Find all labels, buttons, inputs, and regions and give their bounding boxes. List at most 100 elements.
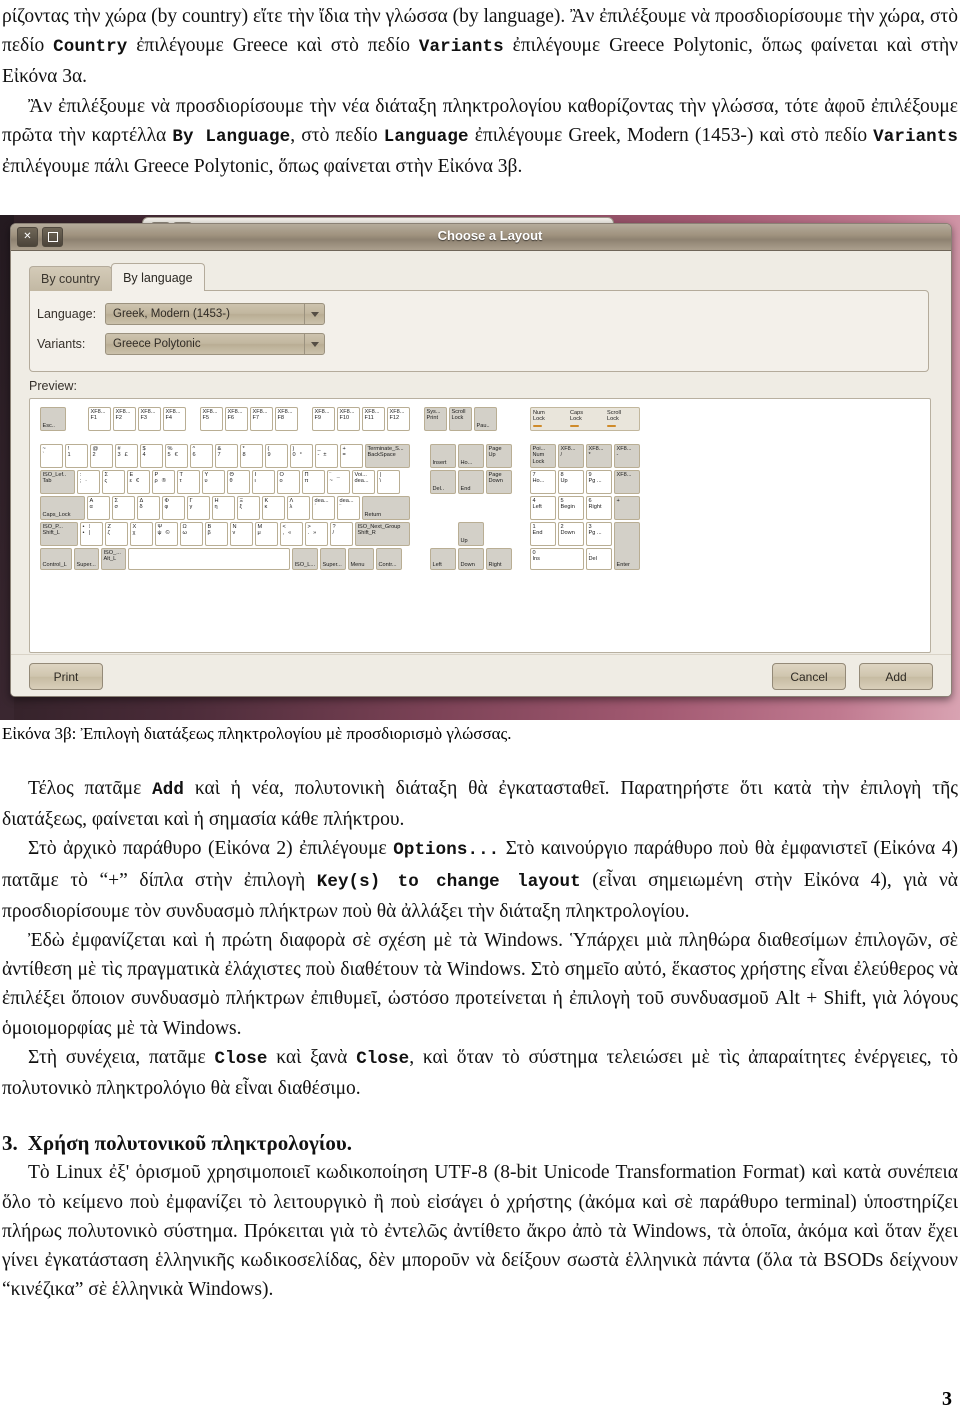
variants-select[interactable]: Greece Polytonic [105,333,325,355]
keyboard-key[interactable]: Οο [277,470,300,494]
keyboard-key[interactable]: ISO_P... Shift_L [40,522,78,546]
add-button[interactable]: Add [859,663,933,690]
tab-by-country[interactable]: By country [29,266,113,291]
keyboard-key[interactable]: 2 Down [558,522,584,546]
keyboard-key[interactable]: XF8... F7 [250,407,273,431]
keyboard-key[interactable]: dea... ´ [312,496,335,520]
keyboard-key[interactable]: Εε € [127,470,150,494]
keyboard-key[interactable]: ISO_Lef.. Tab [40,470,75,494]
keyboard-key[interactable]: Σς [102,470,125,494]
keyboard-key[interactable]: @2 [90,444,113,468]
keyboard-key[interactable]: | \ [377,470,400,494]
keyboard-key[interactable]: Return [362,496,410,520]
keyboard-key[interactable]: XF8... F9 [312,407,335,431]
keyboard-key[interactable]: & 7 [215,444,238,468]
keyboard-key[interactable]: $4 [140,444,163,468]
print-button[interactable]: Print [29,663,103,690]
keyboard-key[interactable]: dea... ¨ [337,496,360,520]
keyboard-key[interactable]: Υυ [202,470,225,494]
keyboard-key[interactable]: Control_L [40,548,72,570]
keyboard-key[interactable]: Σσ [112,496,135,520]
keyboard-key[interactable]: 3 Pg ... [586,522,612,546]
keyboard-key[interactable]: XF8... - [614,444,640,468]
keyboard-key[interactable]: 4 Left [530,496,556,520]
chevron-down-icon[interactable] [304,304,324,324]
keyboard-key[interactable]: Left [430,548,456,570]
keyboard-key[interactable]: * 8 [240,444,263,468]
keyboard-key[interactable]: • ⁞ • | [80,522,103,546]
keyboard-key[interactable]: XF8... / [558,444,584,468]
keyboard-key[interactable]: (9 [265,444,288,468]
keyboard-key[interactable]: + = [340,444,363,468]
keyboard-key[interactable]: 6 Right [586,496,612,520]
keyboard-key[interactable]: Ππ [302,470,325,494]
keyboard-key[interactable]: Caps_Lock [40,496,85,520]
keyboard-key[interactable]: Κκ [262,496,285,520]
keyboard-key[interactable]: Ββ [205,522,228,546]
keyboard-key[interactable]: XF8... F4 [163,407,186,431]
keyboard-key[interactable]: ISO_... Alt_L [101,548,126,570]
keyboard-key[interactable]: <, « [280,522,303,546]
keyboard-key[interactable]: Ηη [212,496,235,520]
keyboard-key[interactable]: ? / [330,522,353,546]
keyboard-key[interactable]: Νν [230,522,253,546]
keyboard-key[interactable]: XF8... * [586,444,612,468]
keyboard-key[interactable]: Super... [320,548,346,570]
cancel-button[interactable]: Cancel [772,663,846,690]
keyboard-key[interactable]: XF8... F3 [138,407,161,431]
keyboard-key[interactable]: Super... [74,548,99,570]
keyboard-key[interactable]: Ρρ ® [152,470,175,494]
keyboard-key[interactable]: XF8... F2 [113,407,136,431]
keyboard-key[interactable]: Del.. [430,470,456,494]
keyboard-key[interactable]: Menu [348,548,374,570]
keyboard-key[interactable]: 0 Ins [530,548,584,570]
language-select[interactable]: Greek, Modern (1453-) [105,303,325,325]
keyboard-key[interactable]: Pau.. [474,407,497,431]
keyboard-key[interactable]: XF8... F1 [88,407,111,431]
keyboard-key[interactable]: Up [458,522,484,546]
keyboard-key[interactable]: #3 £ [115,444,138,468]
keyboard-key[interactable]: Scroll Lock [449,407,472,431]
keyboard-key[interactable]: 5 Begin [558,496,584,520]
keyboard-key[interactable]: Contr... [376,548,402,570]
keyboard-key[interactable]: >.» [305,522,328,546]
keyboard-key[interactable]: Down [458,548,484,570]
keyboard-key[interactable]: + [614,496,640,520]
tab-by-language[interactable]: By language [111,263,205,291]
keyboard-key[interactable]: :; · [77,470,100,494]
keyboard-key[interactable]: 9 Pg ... [586,470,612,494]
keyboard-key[interactable]: Φφ [162,496,185,520]
keyboard-key[interactable]: XF8... F12 [387,407,410,431]
keyboard-key[interactable]: % 5 € [165,444,188,468]
keyboard-key[interactable]: _ - ± [315,444,338,468]
keyboard-key[interactable]: Ωω [180,522,203,546]
keyboard-key[interactable]: XF8... [614,470,640,494]
keyboard-key[interactable]: XF8... F6 [225,407,248,431]
keyboard-key[interactable]: 1 End [530,522,556,546]
keyboard-key[interactable]: Poi... Num Lock [530,444,556,468]
keyboard-key[interactable]: Voi... dea... [352,470,375,494]
keyboard-key[interactable]: ^ 6 [190,444,213,468]
keyboard-key[interactable]: , Del [586,548,612,570]
keyboard-key[interactable]: Terminate_S... BackSpace [365,444,410,468]
keyboard-key[interactable]: XF8... F11 [362,407,385,431]
keyboard-key[interactable]: Ho... [458,444,484,468]
keyboard-key[interactable]: Esc.. [40,407,66,431]
keyboard-key[interactable]: Ζζ [105,522,128,546]
chevron-down-icon[interactable] [304,334,324,354]
keyboard-key[interactable]: Δδ [137,496,160,520]
keyboard-key[interactable]: 7 Ho... [530,470,556,494]
keyboard-key[interactable]: Enter [614,522,640,570]
keyboard-key[interactable]: XF8... F5 [200,407,223,431]
keyboard-key[interactable]: Λλ [287,496,310,520]
keyboard-key[interactable]: Θθ [227,470,250,494]
keyboard-key[interactable]: XF8... F8 [275,407,298,431]
keyboard-key[interactable]: Page Up [486,444,512,468]
keyboard-key[interactable]: ISO_L... [292,548,318,570]
keyboard-key[interactable]: ~ ` [40,444,63,468]
keyboard-key[interactable]: ISO_Next_Group Shift_R [355,522,410,546]
keyboard-key[interactable]: Ιι [252,470,275,494]
keyboard-key[interactable]: Insert [430,444,456,468]
keyboard-key[interactable]: Sys... Print [424,407,447,431]
keyboard-key[interactable]: ) 0 ° [290,444,313,468]
